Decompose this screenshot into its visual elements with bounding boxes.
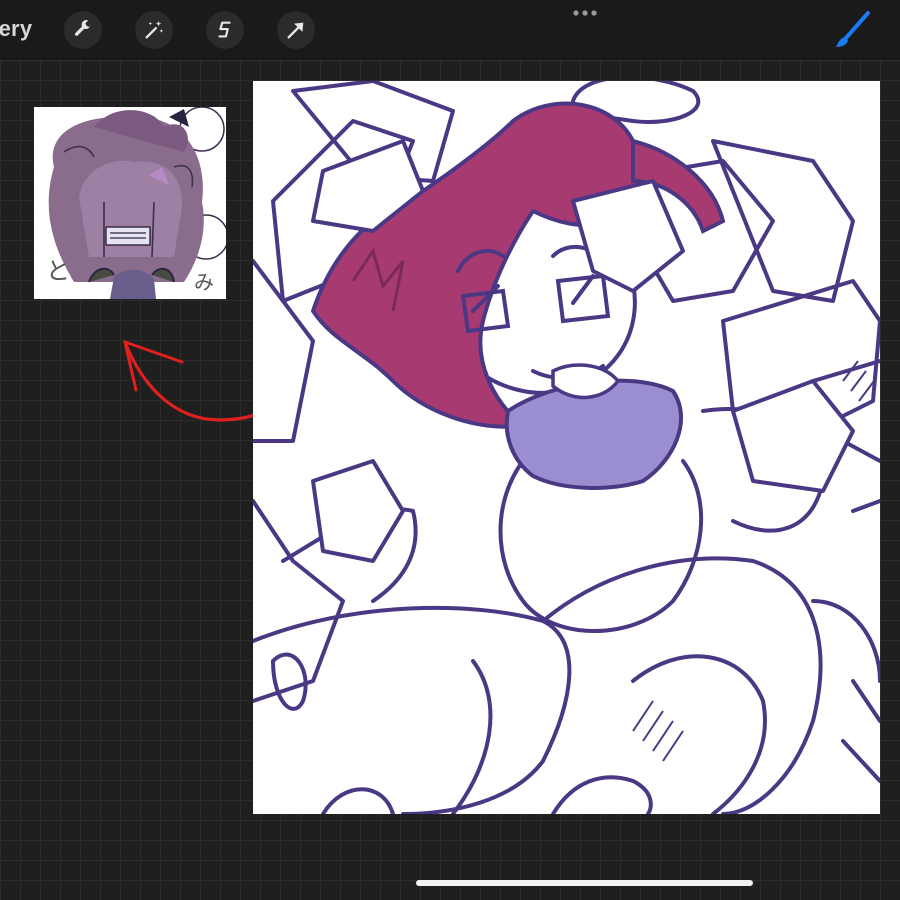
reference-drawing: と み: [46, 107, 226, 299]
drawing-canvas[interactable]: [253, 81, 880, 814]
top-toolbar: llery: [0, 0, 900, 59]
magic-wand-icon: [145, 20, 164, 39]
reference-image[interactable]: と み: [34, 107, 226, 299]
canvas-artwork: [253, 81, 880, 814]
home-indicator[interactable]: [416, 880, 753, 886]
selection-s-icon: [218, 21, 231, 38]
reference-label-right: み: [194, 270, 214, 294]
ellipsis-icon[interactable]: [572, 6, 598, 20]
wrench-icon: [74, 20, 91, 36]
gallery-button[interactable]: llery: [0, 16, 32, 42]
brush-icon[interactable]: [832, 10, 872, 50]
magic-wand-button[interactable]: [135, 11, 173, 49]
transform-button[interactable]: [277, 11, 315, 49]
wrench-button[interactable]: [64, 11, 102, 49]
reference-label-left: と: [46, 257, 70, 285]
selection-button[interactable]: [206, 11, 244, 49]
arrow-cursor-icon: [287, 22, 304, 39]
